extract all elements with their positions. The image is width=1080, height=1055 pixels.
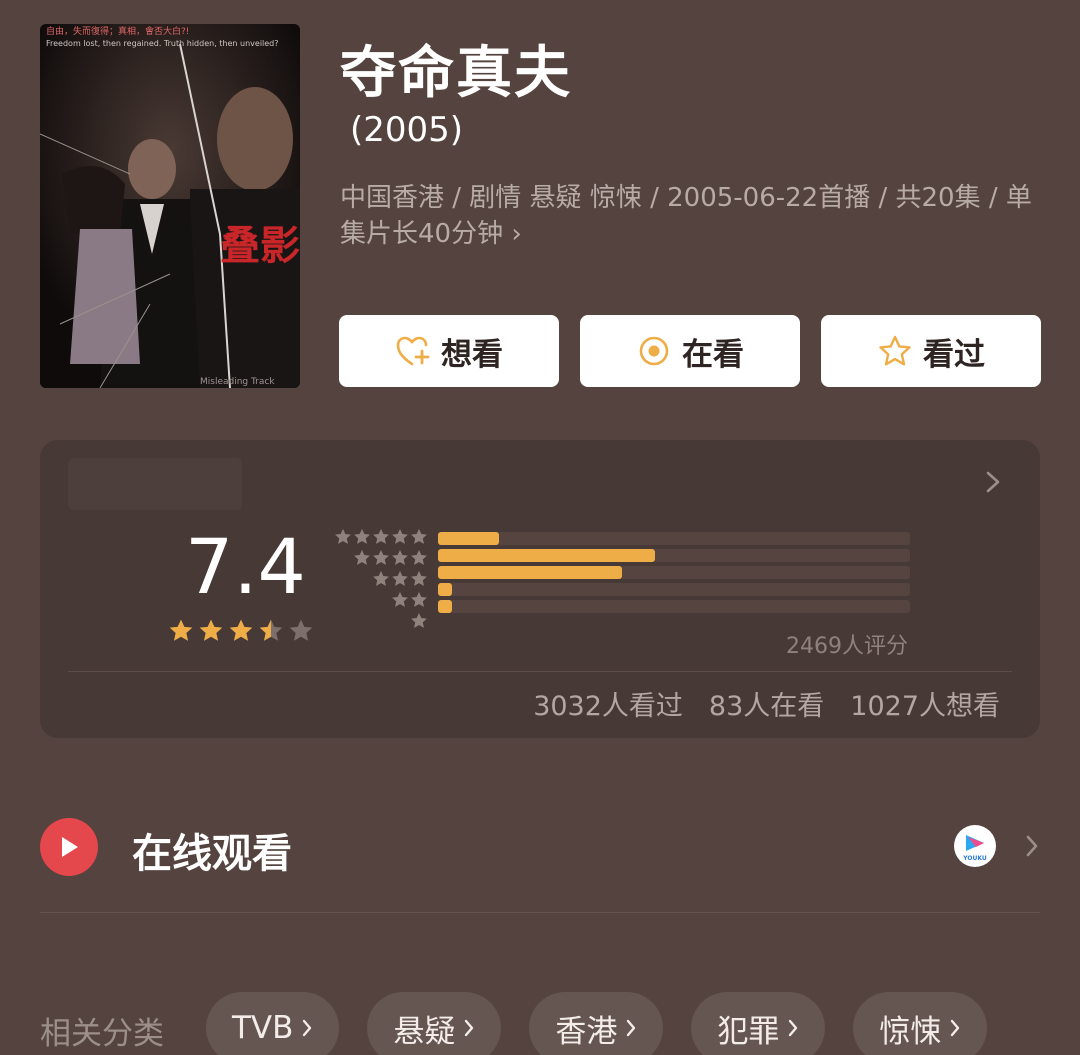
card-divider bbox=[68, 671, 1012, 672]
small-star-icon bbox=[411, 529, 427, 544]
category-tag-label: 惊悚 bbox=[879, 1013, 942, 1050]
chevron-right-icon bbox=[303, 1019, 312, 1037]
small-star-icon bbox=[392, 529, 408, 544]
distribution-stars-4 bbox=[334, 549, 428, 570]
youku-logo-icon: YOUKU bbox=[954, 825, 996, 867]
distribution-stars-2 bbox=[334, 591, 428, 612]
distribution-stars-3 bbox=[334, 570, 428, 591]
small-star-icon bbox=[411, 550, 427, 565]
watched-button[interactable]: 看过 bbox=[821, 315, 1041, 387]
poster-bottom-caption: Misleading Track bbox=[200, 377, 275, 387]
heart-plus-icon bbox=[395, 333, 431, 369]
audience-counts: 3032人看过 83人在看 1027人想看 bbox=[533, 684, 1000, 723]
small-star-icon bbox=[373, 571, 389, 586]
category-tag-label: TVB bbox=[232, 1010, 294, 1046]
watched-label: 看过 bbox=[923, 336, 985, 373]
want-to-watch-button[interactable]: 想看 bbox=[339, 315, 559, 387]
small-star-icon bbox=[354, 529, 370, 544]
chevron-right-icon[interactable] bbox=[982, 468, 1004, 496]
rating-card[interactable]: 7.4 2469人评分 3032人看过 83人在看 1027人想看 bbox=[40, 440, 1040, 738]
rating-count: 2469人评分 bbox=[786, 634, 908, 659]
category-tag-label: 香港 bbox=[555, 1013, 618, 1050]
distribution-bar-2 bbox=[438, 583, 910, 596]
action-buttons: 想看 在看 看过 bbox=[339, 315, 1041, 387]
small-star-icon bbox=[373, 529, 389, 544]
distribution-bar-fill bbox=[438, 583, 453, 596]
category-tag[interactable]: 惊悚 bbox=[853, 992, 988, 1055]
chevron-right-icon[interactable] bbox=[1024, 833, 1040, 859]
watching-button[interactable]: 在看 bbox=[580, 315, 800, 387]
rating-star-icon bbox=[199, 619, 223, 641]
chevron-right-icon bbox=[789, 1019, 798, 1037]
category-tag-label: 悬疑 bbox=[393, 1013, 456, 1050]
category-tag[interactable]: 犯罪 bbox=[691, 992, 826, 1055]
distribution-bar-fill bbox=[438, 600, 453, 613]
small-star-icon bbox=[411, 571, 427, 586]
small-star-icon bbox=[392, 550, 408, 565]
rating-star-icon bbox=[169, 619, 193, 641]
poster-top-caption: 自由，失而復得；真相，會否大白?! bbox=[46, 25, 189, 37]
related-categories-label: 相关分类 bbox=[40, 1016, 164, 1052]
small-star-icon bbox=[373, 550, 389, 565]
poster-art: 叠影危情 自由，失而復得；真相，會否大白?! Freedom lost, the… bbox=[40, 24, 300, 388]
poster-image[interactable]: 叠影危情 自由，失而復得；真相，會否大白?! Freedom lost, the… bbox=[40, 24, 300, 388]
chevron-right-icon bbox=[627, 1019, 636, 1037]
distribution-bar-3 bbox=[438, 566, 910, 579]
distribution-bar-5 bbox=[438, 532, 910, 545]
distribution-bar-fill bbox=[438, 549, 656, 562]
show-year: (2005) bbox=[350, 110, 464, 150]
watched-count: 3032人看过 bbox=[533, 691, 683, 722]
section-divider bbox=[40, 912, 1040, 913]
distribution-bar-fill bbox=[438, 532, 500, 545]
want-to-watch-label: 想看 bbox=[441, 336, 503, 373]
want-count: 1027人想看 bbox=[850, 691, 1000, 722]
distribution-stars-1 bbox=[334, 612, 428, 633]
small-star-icon bbox=[392, 592, 408, 607]
related-categories: TVB 悬疑 香港 犯罪 惊悚 bbox=[206, 992, 988, 1055]
small-star-icon bbox=[354, 550, 370, 565]
distribution-bar-4 bbox=[438, 549, 910, 562]
watching-label: 在看 bbox=[682, 336, 744, 373]
small-star-icon bbox=[392, 571, 408, 586]
rating-star-icon bbox=[259, 619, 283, 641]
watching-count: 83人在看 bbox=[708, 691, 825, 722]
chevron-right-icon bbox=[951, 1019, 960, 1037]
watch-online-row[interactable]: 在线观看 YOUKU bbox=[40, 815, 1040, 877]
show-meta-info[interactable]: 中国香港 / 剧情 悬疑 惊悚 / 2005-06-22首播 / 共20集 / … bbox=[340, 180, 1040, 252]
youku-logo-text: YOUKU bbox=[962, 855, 987, 862]
rating-score: 7.4 bbox=[185, 522, 306, 611]
rating-stars bbox=[168, 618, 314, 644]
distribution-stars-5 bbox=[334, 528, 428, 549]
small-star-icon bbox=[411, 592, 427, 607]
show-title: 夺命真夫 bbox=[340, 41, 572, 106]
category-tag[interactable]: 悬疑 bbox=[367, 992, 502, 1055]
star-outline-icon bbox=[877, 333, 913, 369]
poster-top-caption-en: Freedom lost, then regained. Truth hidde… bbox=[46, 39, 279, 48]
category-tag[interactable]: TVB bbox=[206, 992, 340, 1055]
play-icon bbox=[40, 818, 98, 876]
rating-star-icon bbox=[229, 619, 253, 641]
distribution-bar-1 bbox=[438, 600, 910, 613]
small-star-icon bbox=[411, 613, 427, 628]
target-circle-icon bbox=[636, 333, 672, 369]
rating-star-icon bbox=[289, 619, 313, 641]
distribution-bar-fill bbox=[438, 566, 623, 579]
small-star-icon bbox=[335, 529, 351, 544]
rating-source-label bbox=[68, 458, 242, 510]
poster-title-art: 叠影危情 bbox=[220, 223, 300, 269]
category-tag-label: 犯罪 bbox=[717, 1013, 780, 1050]
chevron-right-icon bbox=[465, 1019, 474, 1037]
category-tag[interactable]: 香港 bbox=[529, 992, 664, 1055]
watch-online-label: 在线观看 bbox=[132, 831, 292, 877]
